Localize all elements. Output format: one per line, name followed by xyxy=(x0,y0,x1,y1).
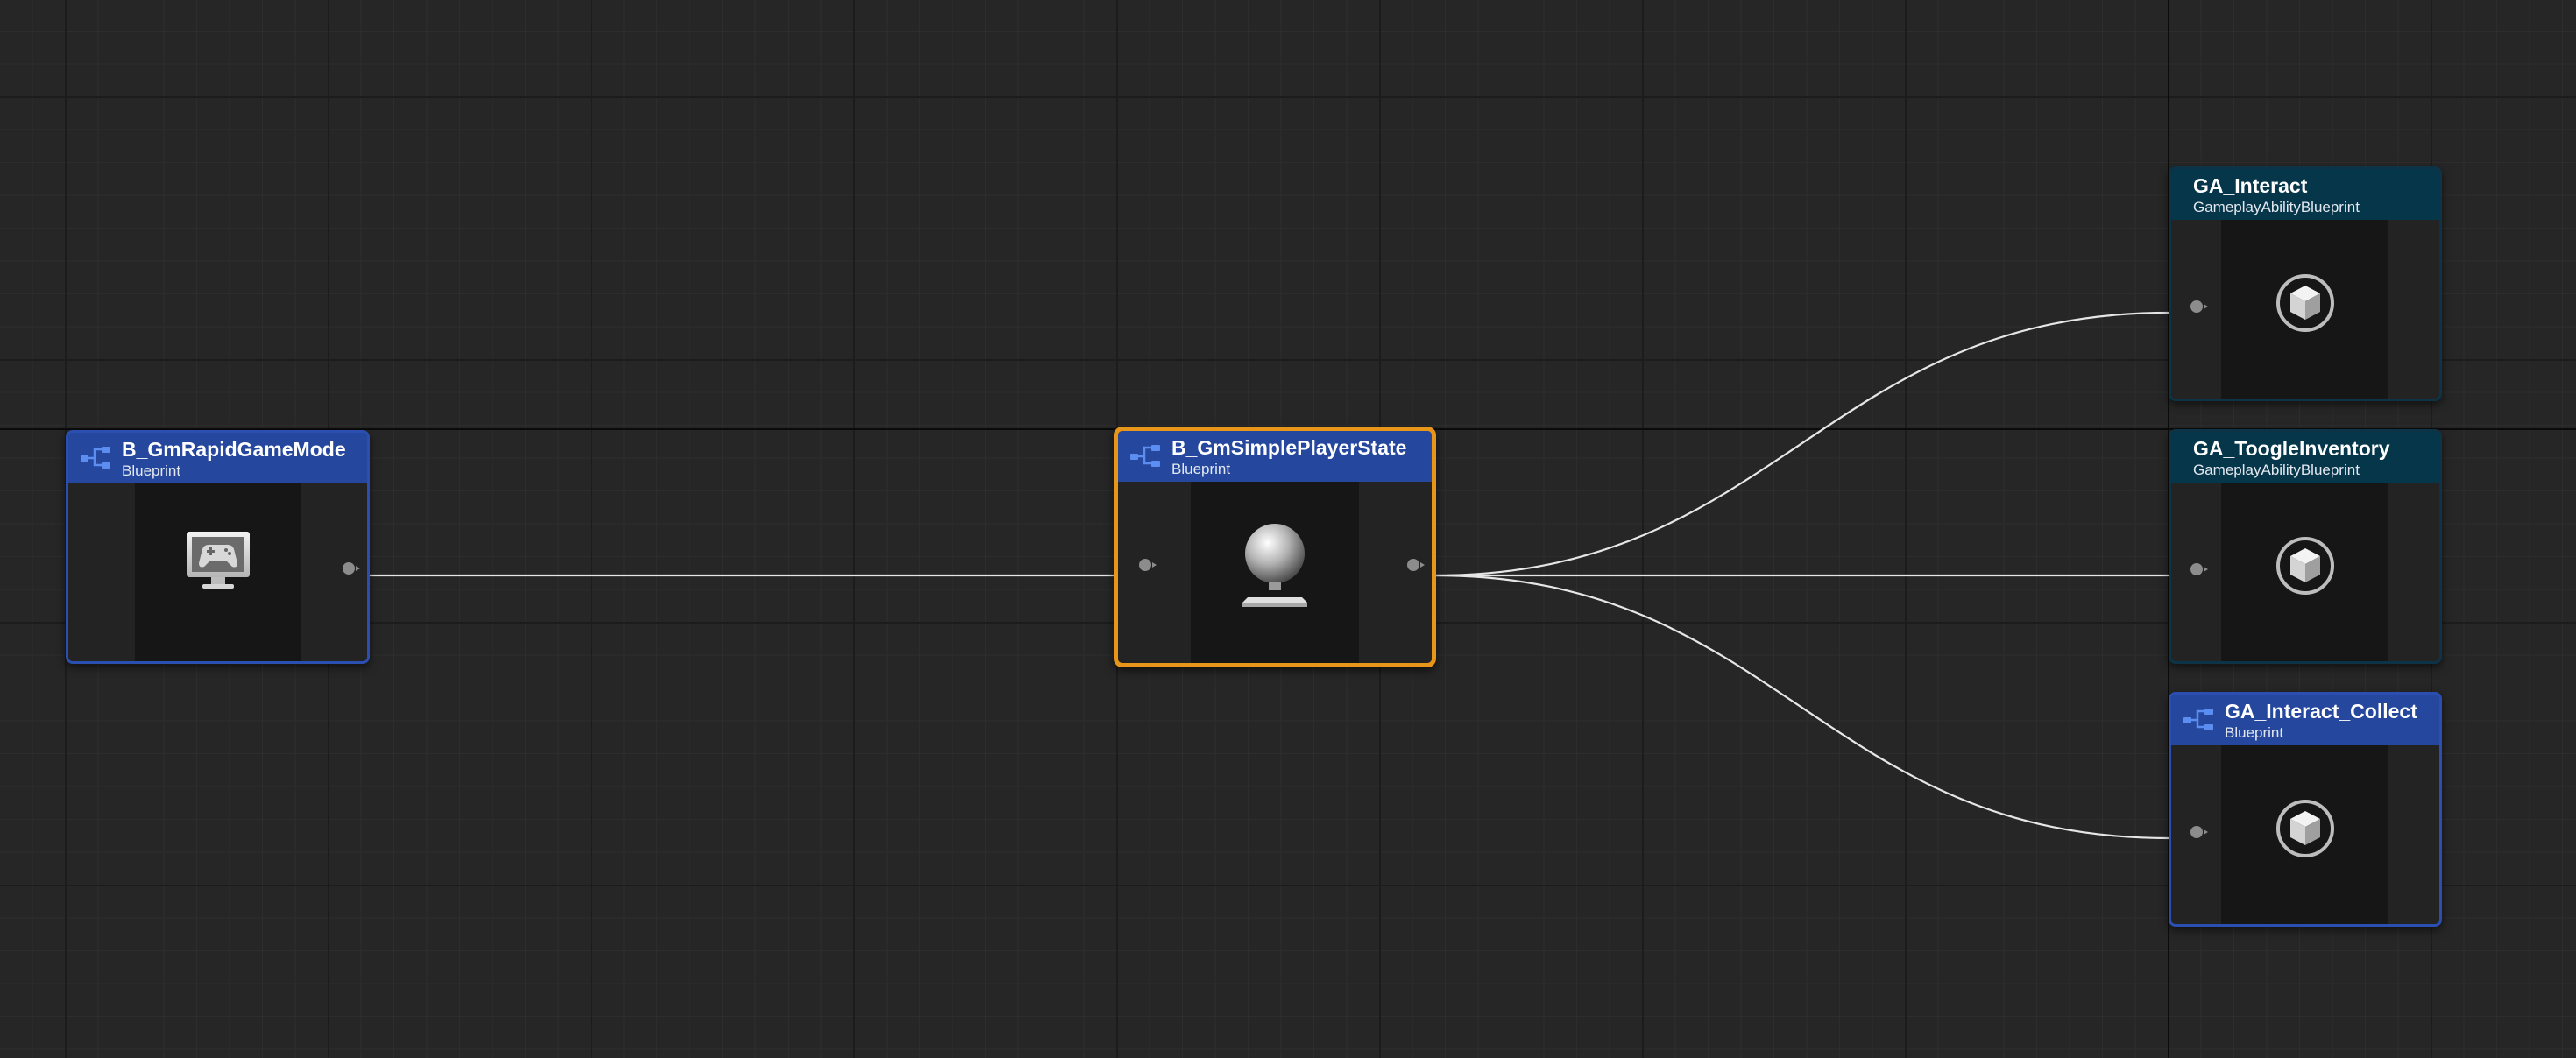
blueprint-hierarchy-icon xyxy=(81,447,110,469)
node-ga-interact-collect[interactable]: GA_Interact_Collect Blueprint xyxy=(2169,692,2442,927)
cube-circle-icon xyxy=(2276,274,2334,332)
output-pin[interactable] xyxy=(341,561,362,575)
asset-thumbnail xyxy=(135,483,301,661)
node-body xyxy=(2171,220,2439,399)
wire-player-state-to-ga-interact xyxy=(1433,311,2170,577)
wire-player-state-to-ga-interact-collect xyxy=(1433,574,2170,840)
cube-circle-icon xyxy=(2276,537,2334,595)
node-title: GA_Interact xyxy=(2193,174,2308,197)
sphere-pedestal-icon xyxy=(1242,524,1307,607)
node-type-label: Blueprint xyxy=(2225,724,2284,741)
reference-graph-canvas[interactable]: B_GmRapidGameMode Blueprint B_GmSimplePl… xyxy=(0,0,2576,1058)
gamepad-monitor-icon xyxy=(187,532,250,589)
node-type-label: Blueprint xyxy=(1171,461,1231,477)
output-pin[interactable] xyxy=(1405,558,1426,572)
blueprint-hierarchy-icon xyxy=(2183,709,2213,730)
input-pin[interactable] xyxy=(2189,300,2210,314)
node-body xyxy=(68,483,367,661)
node-title: GA_ToogleInventory xyxy=(2193,437,2390,460)
blueprint-hierarchy-icon xyxy=(1130,445,1160,467)
node-type-label: GameplayAbilityBlueprint xyxy=(2193,199,2360,215)
node-b-gm-rapid-game-mode[interactable]: B_GmRapidGameMode Blueprint xyxy=(66,430,370,664)
node-body xyxy=(2171,745,2439,924)
asset-thumbnail xyxy=(2221,483,2388,661)
node-header: GA_Interact_Collect Blueprint xyxy=(2171,695,2439,745)
input-pin[interactable] xyxy=(2189,562,2210,576)
node-title: GA_Interact_Collect xyxy=(2225,700,2417,723)
node-body xyxy=(2171,483,2439,661)
node-header: GA_Interact GameplayAbilityBlueprint xyxy=(2171,169,2439,220)
cube-circle-icon xyxy=(2276,800,2334,857)
node-header: B_GmRapidGameMode Blueprint xyxy=(68,433,367,483)
node-type-label: GameplayAbilityBlueprint xyxy=(2193,462,2360,478)
node-title: B_GmSimplePlayerState xyxy=(1171,436,1407,459)
input-pin[interactable] xyxy=(2189,825,2210,839)
input-pin[interactable] xyxy=(1137,558,1158,572)
node-ga-toogle-inventory[interactable]: GA_ToogleInventory GameplayAbilityBluepr… xyxy=(2169,429,2442,664)
node-header: GA_ToogleInventory GameplayAbilityBluepr… xyxy=(2171,432,2439,483)
asset-thumbnail xyxy=(2221,220,2388,399)
asset-thumbnail xyxy=(1191,482,1359,663)
node-body xyxy=(1118,482,1432,663)
node-title: B_GmRapidGameMode xyxy=(122,438,346,461)
node-b-gm-simple-player-state[interactable]: B_GmSimplePlayerState Blueprint xyxy=(1114,427,1436,667)
asset-thumbnail xyxy=(2221,745,2388,924)
node-ga-interact[interactable]: GA_Interact GameplayAbilityBlueprint xyxy=(2169,166,2442,401)
node-type-label: Blueprint xyxy=(122,462,181,479)
node-header: B_GmSimplePlayerState Blueprint xyxy=(1118,431,1432,482)
